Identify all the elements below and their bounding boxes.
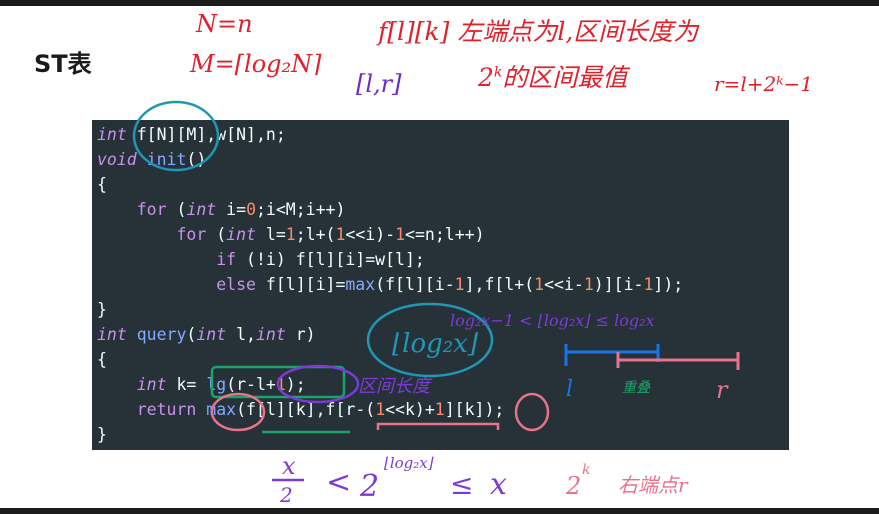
bottom-base: 2 xyxy=(359,469,379,504)
note-interval-length: 区间长度 xyxy=(358,376,433,397)
ink-annotations: ⌊log₂x⌋ log₂x−1 < ⌊log₂x⌋ ≤ log₂x 区间长度 l… xyxy=(132,100,740,507)
bottom-less-than: < xyxy=(326,465,351,500)
bottom-x-numerator: x xyxy=(282,452,296,480)
bottom-window-bar xyxy=(0,508,879,514)
ink-circle-max xyxy=(210,392,266,432)
bottom-exponent: ⌊log₂x⌋ xyxy=(384,454,434,472)
segment-label-l: l xyxy=(566,377,573,402)
ink-circle-fnm xyxy=(132,100,220,172)
bottom-rhs: x xyxy=(490,467,507,502)
right-note-exp: k xyxy=(582,462,590,478)
ink-circle-k xyxy=(514,392,550,432)
bottom-less-equal: ≤ xyxy=(450,468,473,501)
segment-label-mid: 重叠 xyxy=(622,380,651,396)
bottom-denominator: 2 xyxy=(279,483,293,507)
ink-bracket-shift xyxy=(376,422,500,430)
note-log-box: ⌊log₂x⌋ xyxy=(392,329,479,359)
note-inequality: log₂x−1 < ⌊log₂x⌋ ≤ log₂x xyxy=(450,311,655,330)
right-note-base: 2 xyxy=(565,472,581,500)
segment-label-r: r xyxy=(716,376,729,404)
right-note-text: 右端点r xyxy=(618,473,689,497)
